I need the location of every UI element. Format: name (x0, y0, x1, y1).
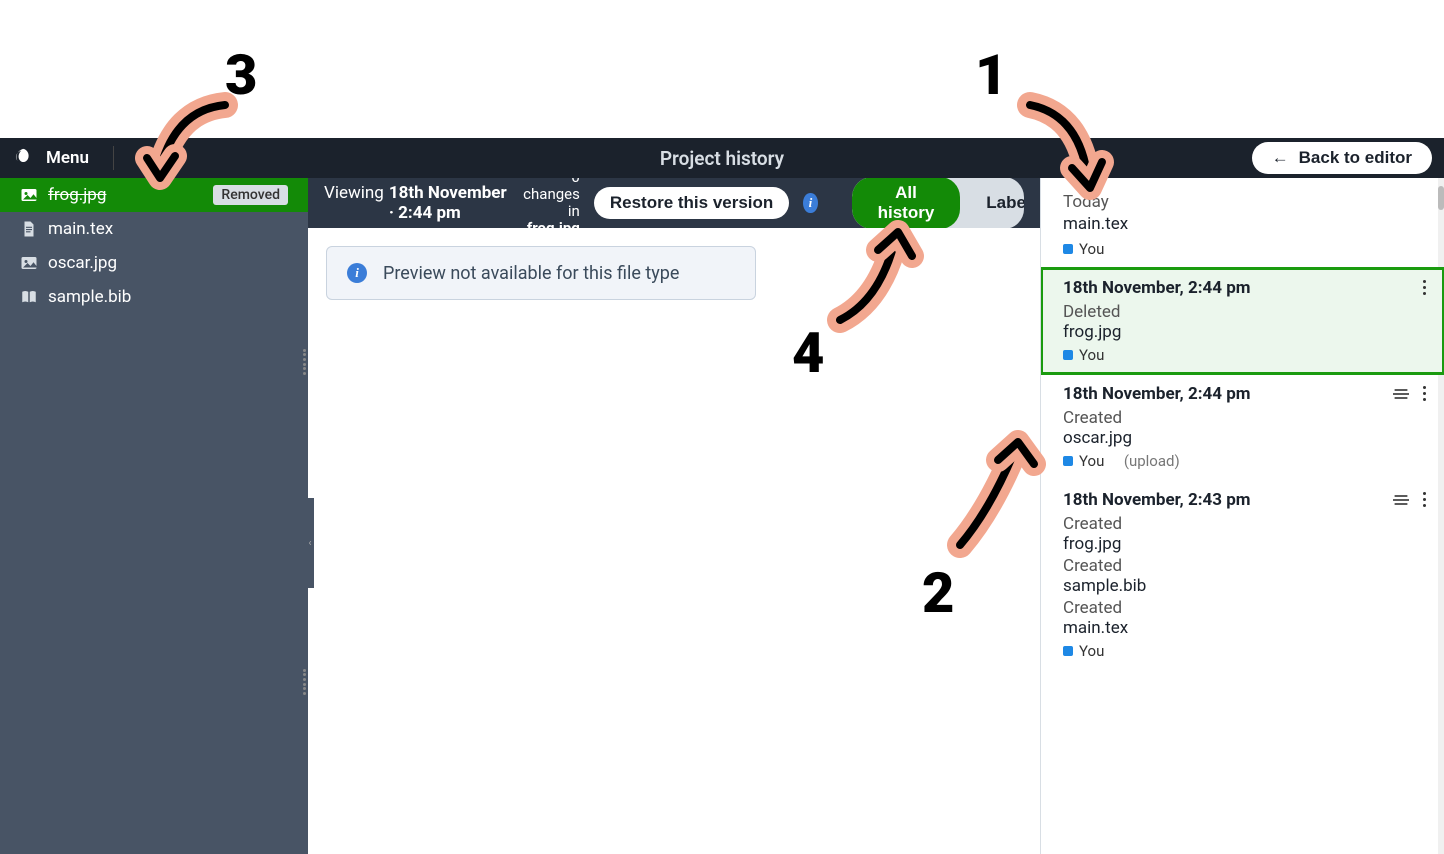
entry-author: You (1063, 642, 1422, 660)
book-icon (20, 288, 38, 306)
author-dot-icon (1063, 456, 1073, 466)
more-icon[interactable] (1423, 386, 1426, 401)
anno-num-1: 1 (975, 42, 1007, 108)
tab-labels[interactable]: Labels (960, 177, 1024, 229)
author-dot-icon (1063, 244, 1073, 254)
more-icon[interactable] (1423, 492, 1426, 507)
entry-action: Created (1063, 598, 1422, 618)
entry-author: You (1063, 346, 1422, 364)
author-dot-icon (1063, 646, 1073, 656)
author-dot-icon (1063, 350, 1073, 360)
info-icon: i (347, 263, 367, 283)
header: Menu Project history ← Back to editor (0, 138, 1444, 178)
author-name: You (1079, 346, 1104, 364)
page-title: Project history (660, 147, 784, 170)
scrollbar-thumb[interactable] (1438, 186, 1444, 210)
history-group-today: Today (1041, 178, 1444, 214)
viewing-label: Viewing 18th November · 2:44 pm (324, 183, 509, 223)
entry-file: frog.jpg (1063, 322, 1422, 342)
entry-file: main.tex (1063, 618, 1422, 638)
anno-num-3: 3 (225, 42, 257, 108)
collapse-handle[interactable]: ‹ (306, 498, 314, 588)
restore-version-button[interactable]: Restore this version (594, 187, 789, 219)
file-name: main.tex (48, 219, 288, 239)
entry-time: 18th November, 2:43 pm (1063, 490, 1422, 510)
preview-area: i Preview not available for this file ty… (308, 228, 1040, 854)
home-icon[interactable] (138, 149, 156, 167)
entry-action: Deleted (1063, 302, 1422, 322)
history-entry[interactable]: 18th November, 2:44 pm Deleted frog.jpg … (1041, 268, 1444, 374)
file-item-sample[interactable]: sample.bib (0, 280, 308, 314)
entry-file: sample.bib (1063, 576, 1422, 596)
file-name: frog.jpg (48, 185, 203, 205)
tab-all-history[interactable]: All history (852, 177, 961, 229)
file-sidebar: frog.jpg Removed main.tex oscar.jpg samp… (0, 178, 308, 854)
image-icon (20, 186, 38, 204)
removed-badge: Removed (213, 185, 288, 205)
center-pane: Viewing 18th November · 2:44 pm 0 change… (308, 178, 1040, 854)
history-entry[interactable]: 18th November, 2:43 pm Created frog.jpg … (1041, 480, 1444, 670)
image-icon (20, 254, 38, 272)
entry-action: Created (1063, 514, 1422, 534)
entry-extra: (upload) (1124, 452, 1180, 470)
history-entry[interactable]: 18th November, 2:44 pm Created oscar.jpg… (1041, 374, 1444, 480)
author-name: You (1079, 452, 1104, 470)
back-to-editor-button[interactable]: ← Back to editor (1252, 142, 1432, 174)
preview-message: Preview not available for this file type (383, 263, 679, 284)
entry-time: 18th November, 2:44 pm (1063, 278, 1422, 298)
history-group-file: main.tex (1041, 214, 1444, 238)
more-icon[interactable] (1423, 280, 1426, 295)
viewing-prefix: Viewing (324, 183, 384, 203)
entry-time: 18th November, 2:44 pm (1063, 384, 1422, 404)
drag-handle-icon[interactable] (301, 348, 308, 376)
history-toolbar: Viewing 18th November · 2:44 pm 0 change… (308, 178, 1040, 228)
file-icon (20, 220, 38, 238)
separator (113, 146, 114, 170)
author-name: You (1079, 642, 1104, 660)
back-label: Back to editor (1299, 148, 1412, 168)
author-name: You (1079, 240, 1104, 258)
file-name: oscar.jpg (48, 253, 288, 273)
file-item-frog[interactable]: frog.jpg Removed (0, 178, 308, 212)
entry-file: frog.jpg (1063, 534, 1422, 554)
entry-file: oscar.jpg (1063, 428, 1422, 448)
compare-icon[interactable] (1393, 493, 1409, 507)
history-group-author: You (1041, 238, 1444, 268)
overleaf-logo-icon (12, 147, 34, 169)
arrow-left-icon: ← (1272, 148, 1289, 168)
viewing-date: 18th November · 2:44 pm (389, 183, 509, 223)
info-icon[interactable]: i (803, 193, 817, 213)
entry-action: Created (1063, 556, 1422, 576)
file-name: sample.bib (48, 287, 288, 307)
file-item-oscar[interactable]: oscar.jpg (0, 246, 308, 280)
entry-author: You (upload) (1063, 452, 1422, 470)
drag-handle-icon[interactable] (301, 668, 308, 696)
menu-button[interactable]: Menu (46, 148, 89, 168)
file-item-main[interactable]: main.tex (0, 212, 308, 246)
entry-action: Created (1063, 408, 1422, 428)
history-panel: Today main.tex You 18th November, 2:44 p… (1040, 178, 1444, 854)
history-tab-switch: All history Labels (852, 177, 1024, 229)
changes-in: in (568, 202, 580, 220)
preview-unavailable-notice: i Preview not available for this file ty… (326, 246, 756, 300)
compare-icon[interactable] (1393, 387, 1409, 401)
